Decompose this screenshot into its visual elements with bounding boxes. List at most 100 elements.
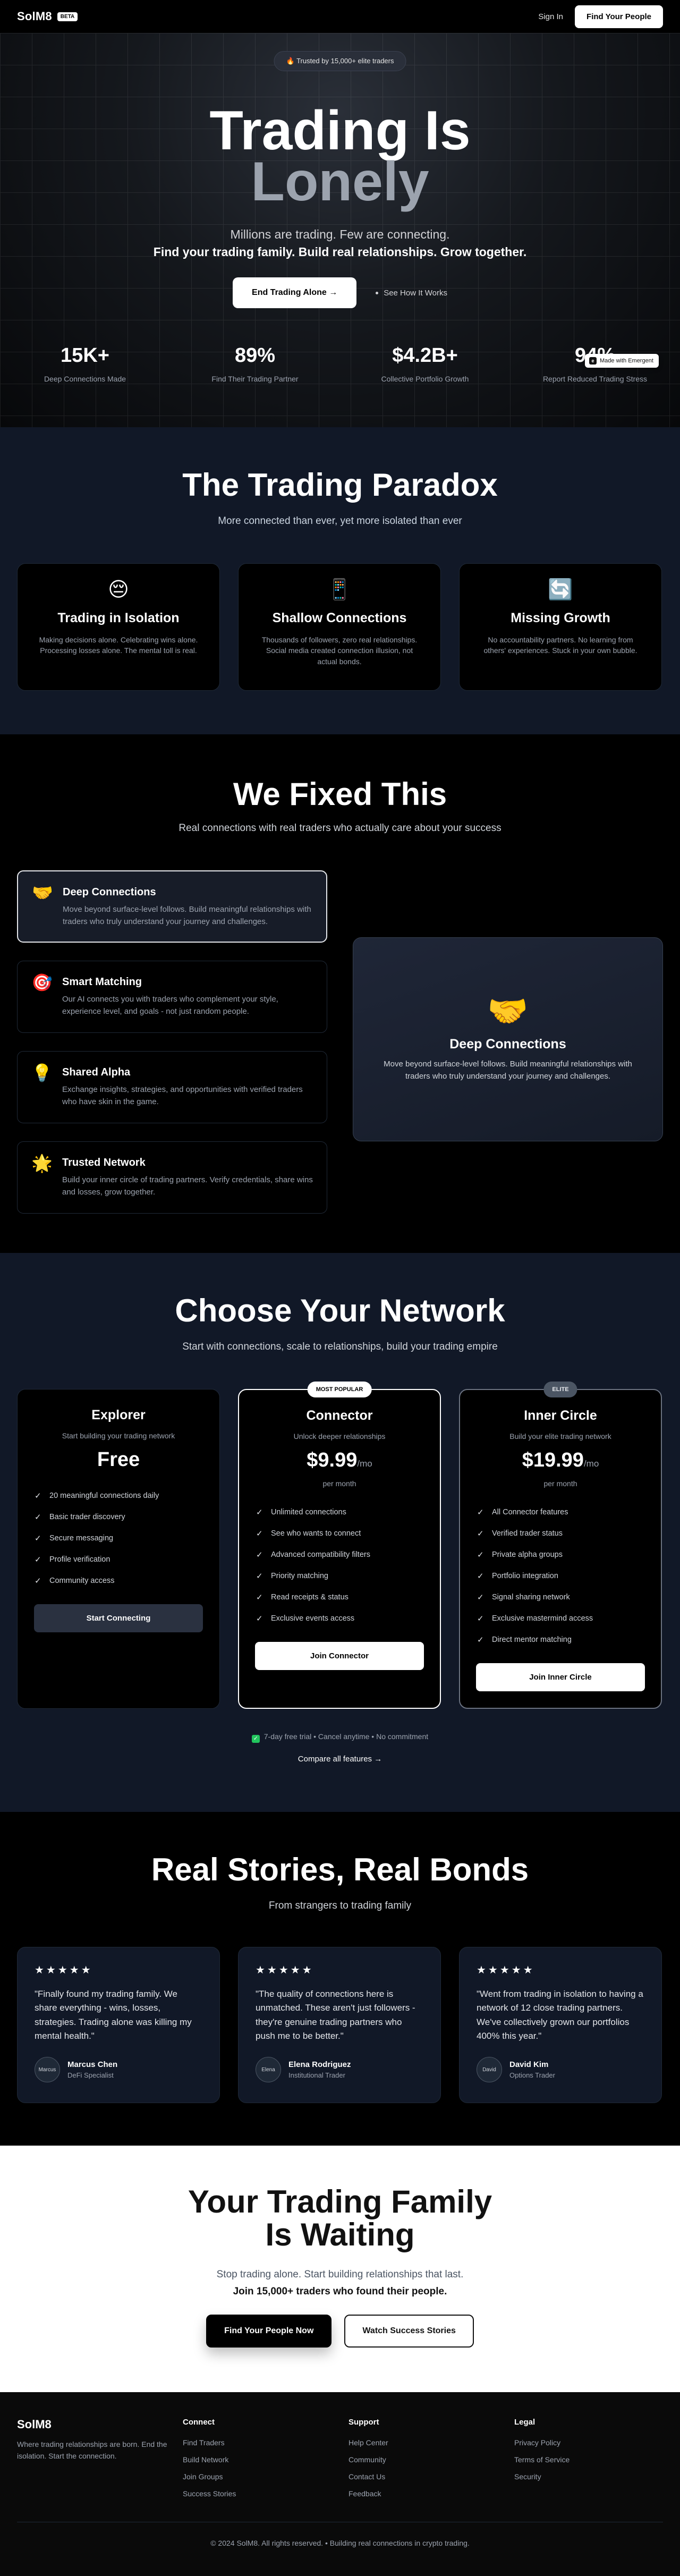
card-title: Trading in Isolation — [57, 611, 180, 625]
most-popular-badge: MOST POPULAR — [307, 1382, 372, 1397]
feature-item: ✓ Signal sharing network — [477, 1587, 644, 1608]
card-text: Making decisions alone. Celebrating wins… — [39, 635, 198, 655]
feature-label: Priority matching — [271, 1572, 328, 1580]
price-amount: $19.99 — [522, 1449, 584, 1471]
card-title: Missing Growth — [511, 611, 610, 625]
feature-item: ✓ Priority matching — [256, 1565, 423, 1587]
feature-tab-smart-matching[interactable]: 🎯 Smart Matching Our AI connects you wit… — [17, 961, 327, 1033]
plan-period: per month — [543, 1479, 577, 1488]
feature-text: Move beyond surface-level follows. Build… — [63, 905, 311, 926]
footer-link[interactable]: Join Groups — [183, 2472, 348, 2489]
author-name: Marcus Chen — [67, 2060, 118, 2070]
see-how-it-works-link[interactable]: See How It Works — [376, 289, 447, 298]
feature-label: Read receipts & status — [271, 1593, 348, 1601]
made-with-emergent-badge[interactable]: e Made with Emergent — [585, 354, 659, 368]
hero-section: 🔥 Trusted by 15,000+ elite traders Tradi… — [0, 33, 680, 427]
compare-features-link[interactable]: Compare all features → — [0, 1755, 680, 1764]
feature-label: Exclusive mastermind access — [492, 1614, 593, 1623]
feature-tab-deep-connections[interactable]: 🤝 Deep Connections Move beyond surface-l… — [17, 870, 327, 943]
footer-link[interactable]: Build Network — [183, 2455, 348, 2472]
footer-link[interactable]: Community — [348, 2455, 514, 2472]
card-text: Thousands of followers, zero real relati… — [261, 635, 418, 666]
footer-link[interactable]: Privacy Policy — [514, 2438, 680, 2455]
feature-label: Secure messaging — [49, 1534, 114, 1543]
find-your-people-button[interactable]: Find Your People — [575, 5, 663, 28]
footer-brand[interactable]: SolM8 — [17, 2418, 183, 2431]
author-role: DeFi Specialist — [67, 2071, 114, 2080]
testimonial-card: ★★★★★ "Went from trading in isolation to… — [459, 1947, 662, 2103]
watch-success-stories-button[interactable]: Watch Success Stories — [344, 2315, 474, 2348]
testimonial-author: Elena Elena Rodriguez Institutional Trad… — [256, 2057, 423, 2083]
sign-in-link[interactable]: Sign In — [538, 12, 563, 21]
stat-item: 89% Find Their Trading Partner — [170, 344, 340, 383]
join-inner-circle-button[interactable]: Join Inner Circle — [476, 1663, 645, 1691]
start-connecting-button[interactable]: Start Connecting — [34, 1604, 203, 1632]
top-nav: SolM8 BETA Sign In Find Your People — [0, 0, 680, 33]
feature-item: ✓ Basic trader discovery — [35, 1506, 202, 1528]
feature-item: ✓ Profile verification — [35, 1549, 202, 1570]
feature-item: ✓ All Connector features — [477, 1502, 644, 1523]
brand[interactable]: SolM8 BETA — [17, 10, 78, 23]
final-cta-section: Your Trading Family Is Waiting Stop trad… — [0, 2146, 680, 2392]
hero-tagline: Find your trading family. Build real rel… — [153, 245, 527, 259]
footer-link[interactable]: Help Center — [348, 2438, 514, 2455]
section-title: Real Stories, Real Bonds — [151, 1852, 529, 1887]
join-connector-button[interactable]: Join Connector — [255, 1642, 424, 1670]
footer-link[interactable]: Success Stories — [183, 2489, 348, 2506]
feature-tab-shared-alpha[interactable]: 💡 Shared Alpha Exchange insights, strate… — [17, 1051, 327, 1123]
feature-item: ✓ Exclusive events access — [256, 1608, 423, 1629]
see-how-it-works-label: See How It Works — [384, 288, 447, 298]
stat-value: $4.2B+ — [392, 344, 458, 367]
plan-price: Free — [97, 1448, 140, 1471]
brand-name[interactable]: SolM8 — [17, 10, 52, 23]
feature-item: ✓ Exclusive mastermind access — [477, 1608, 644, 1629]
check-icon: ✓ — [256, 1508, 263, 1517]
footer-links: Help Center Community Contact Us Feedbac… — [348, 2438, 514, 2506]
testimonial-card: ★★★★★ "The quality of connections here i… — [238, 1947, 441, 2103]
avatar: Elena — [256, 2057, 281, 2083]
feature-title: Smart Matching — [62, 976, 142, 988]
trial-note-text: 7-day free trial • Cancel anytime • No c… — [264, 1732, 429, 1741]
feature-label: Private alpha groups — [492, 1550, 563, 1559]
check-icon: ✓ — [477, 1593, 484, 1602]
feature-tab-trusted-network[interactable]: 🌟 Trusted Network Build your inner circl… — [17, 1141, 327, 1214]
footer-links: Privacy Policy Terms of Service Security — [514, 2438, 680, 2489]
author-name: David Kim — [509, 2060, 549, 2070]
footer-heading: Support — [348, 2418, 379, 2427]
plan-features: ✓ Unlimited connections ✓ See who wants to… — [239, 1502, 440, 1629]
feature-label: See who wants to connect — [271, 1529, 361, 1538]
feature-label: All Connector features — [492, 1508, 568, 1516]
panel-text: Move beyond surface-level follows. Build… — [384, 1060, 632, 1081]
testimonial-card: ★★★★★ "Finally found my trading family. … — [17, 1947, 220, 2103]
end-trading-alone-button[interactable]: End Trading Alone → — [233, 277, 357, 308]
hero-title-line2: Lonely — [251, 151, 429, 213]
plan-description: Build your elite trading network — [509, 1432, 611, 1440]
footer-link[interactable]: Feedback — [348, 2489, 514, 2506]
footer-columns: SolM8 Where trading relationships are bo… — [17, 2418, 680, 2506]
feature-item: ✓ Private alpha groups — [477, 1544, 644, 1565]
cta-subtitle: Stop trading alone. Start building relat… — [216, 2269, 464, 2280]
card-text: No accountability partners. No learning … — [483, 635, 638, 655]
star-rating-icon: ★★★★★ — [477, 1964, 535, 1976]
find-your-people-now-button[interactable]: Find Your People Now — [206, 2315, 332, 2348]
feature-item: ✓ Direct mentor matching — [477, 1629, 644, 1650]
footer: SolM8 Where trading relationships are bo… — [0, 2392, 680, 2576]
footer-link[interactable]: Contact Us — [348, 2472, 514, 2489]
footer-link[interactable]: Security — [514, 2472, 680, 2489]
feature-item: ✓ Advanced compatibility filters — [256, 1544, 423, 1565]
testimonial-author: David David Kim Options Trader — [477, 2057, 644, 2083]
footer-link[interactable]: Terms of Service — [514, 2455, 680, 2472]
pricing-section: Choose Your Network Start with connectio… — [0, 1253, 680, 1812]
stat-label: Report Reduced Trading Stress — [542, 375, 648, 383]
footer-link[interactable]: Find Traders — [183, 2438, 348, 2455]
check-icon: ✓ — [256, 1550, 263, 1560]
feature-item: ✓ Verified trader status — [477, 1523, 644, 1544]
feature-title: Shared Alpha — [62, 1066, 131, 1078]
trial-note: ✓ 7-day free trial • Cancel anytime • No… — [0, 1732, 680, 1743]
cycle-arrows-icon: 🔄 — [548, 579, 573, 601]
plan-name: Connector — [306, 1408, 373, 1423]
star-rating-icon: ★★★★★ — [35, 1964, 93, 1976]
trusted-badge: 🔥 Trusted by 15,000+ elite traders — [274, 51, 406, 71]
feature-label: Verified trader status — [492, 1529, 563, 1538]
price-unit: /mo — [583, 1459, 599, 1469]
